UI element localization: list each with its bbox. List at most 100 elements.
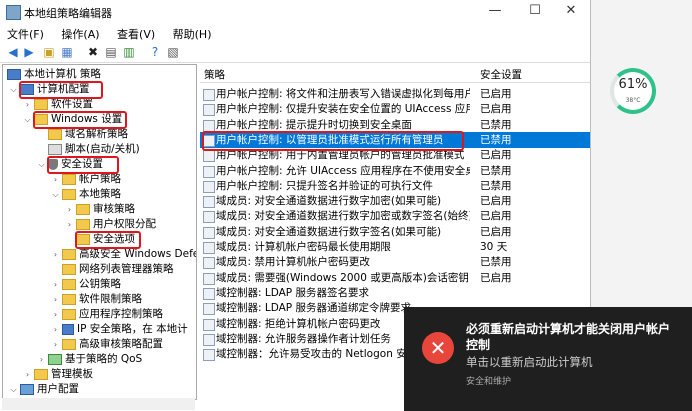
policy-setting: 已启用 bbox=[480, 149, 512, 162]
policy-name: 域成员: 对安全通道数据进行数字加密或数字签名(始终) bbox=[216, 210, 470, 223]
expand-icon: › bbox=[39, 355, 44, 364]
battery-temp: 38°C bbox=[625, 97, 641, 104]
app-icon bbox=[6, 5, 21, 20]
error-x-icon: ✕ bbox=[422, 332, 454, 364]
menu-view[interactable]: 查看(V) bbox=[110, 24, 162, 44]
policy-icon bbox=[203, 196, 215, 209]
folder-icon bbox=[62, 263, 76, 275]
expand-icon: › bbox=[25, 100, 30, 109]
forward-icon[interactable]: ▶ bbox=[22, 45, 36, 59]
policy-icon bbox=[203, 272, 215, 285]
column-security-setting[interactable]: 安全设置 bbox=[480, 67, 522, 82]
folder-icon bbox=[76, 203, 90, 215]
column-policy[interactable]: 策略 bbox=[204, 67, 225, 82]
view-icon[interactable]: ▧ bbox=[166, 45, 180, 59]
folder-icon bbox=[76, 218, 90, 230]
policy-name: 域成员: 计算机帐户密码最长使用期限 bbox=[216, 241, 391, 253]
tree-advanced-audit[interactable]: › 高级审核策略配置 bbox=[51, 337, 163, 352]
script-icon bbox=[48, 143, 62, 155]
menu-file[interactable]: 文件(F) bbox=[0, 24, 51, 44]
tree-app-control[interactable]: › 应用程序控制策略 bbox=[51, 307, 163, 322]
policy-row[interactable]: 域成员: 禁用计算机帐户密码更改 已禁用 bbox=[200, 254, 590, 270]
tree-public-key[interactable]: › 公钥策略 bbox=[51, 277, 121, 292]
policy-setting: 已禁用 bbox=[480, 179, 512, 192]
expand-icon: › bbox=[53, 295, 58, 304]
collapse-icon: ⌵ bbox=[38, 160, 45, 169]
restart-notification[interactable]: ✕ 必须重新启动计算机才能关闭用户帐户控制 单击以重新启动此计算机 安全和维护 bbox=[404, 307, 692, 411]
policy-row[interactable]: 域成员: 需要强(Windows 2000 或更高版本)会话密钥 已启用 bbox=[200, 270, 590, 286]
collapse-icon: ⌵ bbox=[10, 385, 17, 394]
policy-name: 域控制器: LDAP 服务器签名要求 bbox=[216, 286, 369, 299]
expand-icon: › bbox=[53, 325, 58, 334]
folder-icon bbox=[48, 128, 62, 140]
folder-icon bbox=[62, 308, 76, 320]
tree-software-settings[interactable]: › 软件设置 bbox=[23, 97, 93, 112]
policy-row[interactable]: 用户帐户控制: 允许 UIAccess 应用程序在不使用安全桌面的... 已禁用 bbox=[200, 163, 590, 179]
tree-user-config[interactable]: ⌵ 用户配置 bbox=[9, 382, 79, 397]
tree-software-restriction[interactable]: › 软件限制策略 bbox=[51, 292, 142, 307]
help-icon[interactable]: ? bbox=[148, 45, 162, 59]
properties-icon[interactable]: ▤ bbox=[104, 45, 118, 59]
back-icon[interactable]: ◀ bbox=[6, 45, 20, 59]
tree-network-list[interactable]: 网络列表管理器策略 bbox=[51, 262, 174, 277]
policy-setting: 已启用 bbox=[480, 195, 512, 208]
user-icon bbox=[20, 383, 34, 395]
delete-icon[interactable]: ✖ bbox=[86, 45, 100, 59]
policy-row[interactable]: 用户帐户控制: 仅提升安装在安全位置的 UIAccess 应用程序 已启用 bbox=[200, 101, 590, 117]
expand-icon: › bbox=[53, 175, 58, 184]
policy-icon bbox=[203, 165, 215, 178]
tree-user-rights[interactable]: › 用户权限分配 bbox=[65, 217, 156, 232]
folder-icon bbox=[34, 98, 48, 110]
policy-setting: 已启用 bbox=[480, 210, 512, 223]
policy-name: 域成员: 对安全通道数据进行数字加密(如果可能) bbox=[216, 195, 442, 208]
tree-admin-templates[interactable]: › 管理模板 bbox=[23, 367, 93, 382]
policy-row[interactable]: 域控制器: LDAP 服务器签名要求 bbox=[200, 285, 590, 301]
tree-pane[interactable]: 本地计算机 策略 ⌵ 计算机配置 › 软件设置 ⌵ Windows 设置 域名解析策略… bbox=[2, 64, 197, 400]
policy-setting: 已启用 bbox=[480, 103, 512, 116]
tree-audit-policy[interactable]: › 审核策略 bbox=[65, 202, 135, 217]
policy-name: 用户帐户控制: 只提升签名并验证的可执行文件 bbox=[216, 179, 433, 192]
collapse-icon: ⌵ bbox=[52, 190, 59, 199]
policy-row[interactable]: 域成员: 计算机帐户密码最长使用期限 30 天 bbox=[200, 239, 590, 255]
tree-qos[interactable]: › 基于策略的 QoS bbox=[37, 352, 142, 367]
policy-name: 用户帐户控制: 仅提升安装在安全位置的 UIAccess 应用程序 bbox=[216, 103, 470, 116]
expand-icon: › bbox=[53, 340, 58, 349]
close-button[interactable]: ✕ bbox=[552, 0, 590, 24]
highlight-box bbox=[47, 156, 119, 174]
tree-ip-security[interactable]: › IP 安全策略，在 本地计 bbox=[51, 322, 188, 337]
policy-icon bbox=[203, 89, 215, 101]
policy-row[interactable]: 域成员: 对安全通道数据进行数字签名(如果可能) 已启用 bbox=[200, 224, 590, 240]
toast-body[interactable]: 单击以重新启动此计算机 bbox=[466, 354, 593, 370]
export-icon[interactable]: ▥ bbox=[122, 45, 136, 59]
expand-icon: › bbox=[53, 310, 58, 319]
folder-icon bbox=[34, 368, 48, 380]
minimize-button[interactable]: — bbox=[476, 0, 514, 24]
policy-name: 域成员: 禁用计算机帐户密码更改 bbox=[216, 256, 370, 269]
tree-root[interactable]: 本地计算机 策略 bbox=[5, 67, 101, 82]
policy-icon bbox=[203, 318, 215, 331]
tree-dns-policy[interactable]: 域名解析策略 bbox=[37, 127, 128, 142]
policy-row[interactable]: 用户帐户控制: 只提升签名并验证的可执行文件 已禁用 bbox=[200, 178, 590, 194]
tree-defender-firewall[interactable]: › 高级安全 Windows Defe bbox=[51, 247, 196, 262]
toast-title: 必须重新启动计算机才能关闭用户帐户控制 bbox=[466, 322, 671, 352]
tree-account-policy[interactable]: › 帐户策略 bbox=[51, 172, 121, 187]
toast-source: 安全和维护 bbox=[466, 377, 512, 387]
policy-icon bbox=[203, 333, 215, 346]
policy-row[interactable]: 域成员: 对安全通道数据进行数字加密或数字签名(始终) 已启用 bbox=[200, 208, 590, 224]
folder-icon bbox=[62, 278, 76, 290]
tree-scripts[interactable]: 脚本(启动/关机) bbox=[37, 142, 140, 157]
policy-icon bbox=[203, 257, 215, 270]
policy-icon bbox=[203, 349, 215, 362]
policy-row[interactable]: 域成员: 对安全通道数据进行数字加密(如果可能) 已启用 bbox=[200, 193, 590, 209]
menu-action[interactable]: 操作(A) bbox=[54, 24, 106, 44]
tree-horizontal-scrollbar[interactable] bbox=[2, 398, 195, 410]
policy-icon bbox=[203, 226, 215, 239]
maximize-button[interactable]: ☐ bbox=[516, 0, 554, 24]
menu-help[interactable]: 帮助(H) bbox=[166, 24, 219, 44]
highlight-box bbox=[202, 131, 464, 151]
toolbar: ◀ ▶ ▣ ▦ ✖ ▤ ▥ ? ▧ bbox=[0, 42, 590, 63]
tree-local-policy[interactable]: ⌵ 本地策略 bbox=[51, 187, 121, 202]
up-folder-icon[interactable]: ▣ bbox=[42, 45, 56, 59]
show-tree-icon[interactable]: ▦ bbox=[60, 45, 74, 59]
policy-row[interactable]: 用户帐户控制: 将文件和注册表写入错误虚拟化到每用户位置 已启用 bbox=[200, 86, 590, 102]
